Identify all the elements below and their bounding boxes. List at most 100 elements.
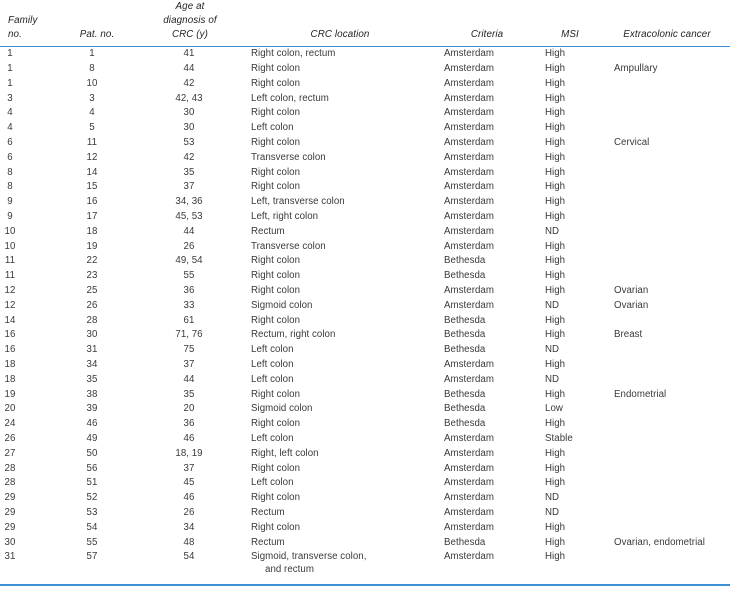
age-cell: 18, 19	[175, 447, 203, 459]
criteria-cell: Amsterdam	[444, 373, 494, 385]
family-no-cell: 29	[4, 521, 16, 533]
pat-no-cell: 4	[89, 107, 95, 119]
criteria-cell: Bethesda	[444, 344, 486, 356]
crc-location-cell: Left colon	[251, 359, 294, 370]
table-row: 4 4 30 Right colon Amsterdam High	[0, 106, 730, 121]
criteria-cell: Amsterdam	[444, 196, 494, 208]
pat-no-cell: 38	[86, 388, 98, 400]
extracolonic-cancer-cell: Ovarian, endometrial	[614, 536, 705, 548]
crc-location-cell: Right colon	[251, 181, 301, 193]
extracolonic-cancer-cell	[604, 269, 730, 284]
criteria-cell: Amsterdam	[444, 77, 494, 89]
table-row: 16 30 71, 76 Rectum, right colon Bethesda Hig…	[0, 328, 730, 343]
family-no-cell: 16	[4, 329, 16, 341]
msi-cell: High	[545, 211, 566, 223]
extracolonic-cancer-cell	[604, 76, 730, 91]
family-no-cell: 9	[7, 196, 13, 208]
table-header: Family no. Pat. no. Age at diagnosis of …	[0, 0, 730, 47]
age-cell: 34, 36	[175, 196, 203, 208]
family-no-cell: 20	[4, 403, 16, 415]
crc-location-cell: Transverse colon	[251, 151, 326, 163]
crc-location-cell: Rectum	[251, 225, 285, 237]
extracolonic-cancer-cell	[604, 224, 730, 239]
crc-location-cell: Left colon	[251, 344, 294, 356]
family-no-cell: 10	[4, 225, 16, 237]
extracolonic-cancer-cell: Endometrial	[614, 388, 667, 400]
extracolonic-cancer-cell	[604, 520, 730, 535]
pat-no-cell: 17	[86, 211, 98, 223]
family-no-cell: 28	[4, 462, 16, 474]
criteria-cell: Amsterdam	[444, 240, 494, 252]
age-cell: 20	[183, 403, 195, 415]
extracolonic-cancer-cell	[604, 491, 730, 506]
pat-no-cell: 49	[86, 432, 98, 444]
crc-location-cell: Left colon	[251, 373, 294, 385]
age-cell: 75	[183, 344, 195, 356]
crc-location-cell: Right colon	[251, 137, 301, 149]
crc-location-cell: Left colon	[251, 477, 294, 489]
pat-no-cell: 51	[86, 477, 98, 489]
table-row: 11 23 55 Right colon Bethesda High	[0, 269, 730, 284]
column-header-criteria: Criteria	[438, 0, 536, 47]
pat-no-cell: 30	[86, 329, 98, 341]
age-cell: 37	[183, 462, 195, 474]
age-cell: 46	[183, 432, 195, 444]
criteria-cell: Amsterdam	[444, 122, 494, 134]
crc-location-cell: Right colon	[251, 285, 301, 297]
family-no-cell: 19	[4, 388, 16, 400]
criteria-cell: Amsterdam	[444, 492, 494, 504]
pat-no-cell: 1	[89, 48, 95, 60]
extracolonic-cancer-cell: Ovarian	[614, 299, 649, 311]
criteria-cell: Bethesda	[444, 388, 486, 400]
family-no-cell: 16	[4, 344, 16, 356]
age-cell: 61	[183, 314, 195, 326]
pat-no-cell: 39	[86, 403, 98, 415]
criteria-cell: Amsterdam	[444, 447, 494, 459]
table-row: 18 34 37 Left colon Amsterdam High	[0, 357, 730, 372]
table-row: 10 18 44 Rectum Amsterdam ND	[0, 224, 730, 239]
pat-no-cell: 3	[89, 92, 95, 104]
family-no-cell: 18	[4, 373, 16, 385]
msi-cell: High	[545, 166, 566, 178]
criteria-cell: Amsterdam	[444, 211, 494, 223]
msi-cell: High	[545, 107, 566, 119]
extracolonic-cancer-cell: Ovarian	[614, 285, 649, 297]
crc-location-cell: Rectum, right colon	[251, 329, 336, 341]
msi-cell: High	[545, 477, 566, 489]
family-no-cell: 9	[7, 211, 13, 223]
table-row: 11 22 49, 54 Right colon Bethesda High	[0, 254, 730, 269]
crc-location-cell: Transverse colon	[251, 240, 326, 252]
crc-location-cell: Right colon	[251, 492, 301, 504]
extracolonic-cancer-cell	[604, 91, 730, 106]
criteria-cell: Amsterdam	[444, 299, 494, 311]
msi-cell: High	[545, 388, 566, 400]
table-row: 1 10 42 Right colon Amsterdam High	[0, 76, 730, 91]
extracolonic-cancer-cell	[604, 372, 730, 387]
pat-no-cell: 12	[86, 151, 98, 163]
pat-no-cell: 52	[86, 492, 98, 504]
crc-location-cell: Right colon	[251, 314, 301, 326]
msi-cell: High	[545, 551, 566, 563]
msi-cell: High	[545, 359, 566, 370]
family-no-cell: 12	[4, 299, 16, 311]
msi-cell: High	[545, 48, 566, 60]
msi-cell: High	[545, 240, 566, 252]
extracolonic-cancer-cell	[604, 343, 730, 358]
pat-no-cell: 25	[86, 285, 98, 297]
column-header-extracolonic-cancer-label: Extracolonic cancer	[623, 28, 711, 40]
table-row: 1 8 44 Right colon Amsterdam High Ampullary	[0, 62, 730, 77]
criteria-cell: Bethesda	[444, 536, 486, 548]
criteria-cell: Amsterdam	[444, 477, 494, 489]
criteria-cell: Amsterdam	[444, 137, 494, 149]
age-cell: 33	[183, 299, 195, 311]
age-cell: 35	[183, 166, 195, 178]
pat-no-cell: 15	[86, 181, 98, 193]
criteria-cell: Bethesda	[444, 314, 486, 326]
age-cell: 46	[183, 492, 195, 504]
criteria-cell: Amsterdam	[444, 48, 494, 60]
family-no-cell: 10	[4, 240, 16, 252]
crc-location-cell: Right colon	[251, 418, 301, 430]
pat-no-cell: 55	[86, 536, 98, 548]
crc-location-cell: Left colon	[251, 122, 294, 134]
pat-no-cell: 56	[86, 462, 98, 474]
